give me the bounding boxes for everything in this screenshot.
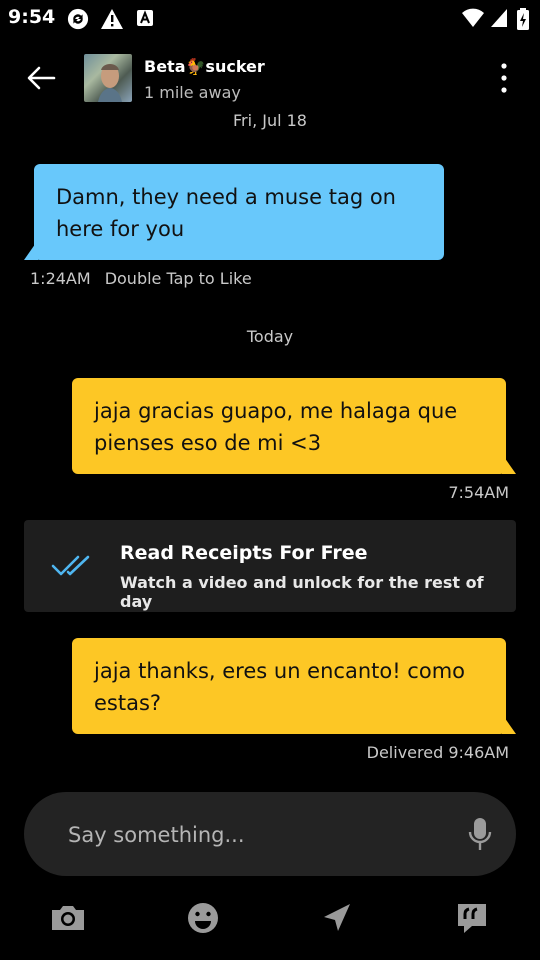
font-app-icon: [137, 10, 153, 26]
composer-bar: [24, 792, 516, 878]
back-arrow-icon[interactable]: [24, 60, 60, 96]
double-tap-hint: Double Tap to Like: [104, 269, 252, 288]
outgoing-message-text: jaja thanks, eres un encanto! como estas…: [94, 659, 466, 715]
date-separator-today: Today: [246, 327, 294, 346]
read-receipts-promo[interactable]: Read Receipts For Free Watch a video and…: [24, 520, 516, 612]
double-check-icon: [51, 555, 90, 576]
outgoing-message-bubble[interactable]: jaja thanks, eres un encanto! como estas…: [72, 638, 506, 734]
incoming-message-bubble[interactable]: Damn, they need a muse tag on here for y…: [34, 164, 444, 260]
battery-charging-icon: [517, 8, 529, 30]
sync-icon: [67, 8, 89, 30]
contact-name[interactable]: Beta🐓sucker: [144, 57, 265, 76]
incoming-message-time: 1:24AM: [30, 269, 91, 288]
incoming-message-meta: 1:24AM Double Tap to Like: [30, 269, 252, 288]
avatar-photo: [98, 64, 122, 102]
wifi-icon: [462, 8, 484, 27]
date-separator-previous-label: Fri, Jul 18: [233, 114, 307, 130]
message-input[interactable]: [66, 792, 450, 878]
saved-phrases-icon[interactable]: [452, 898, 492, 938]
read-receipts-title: Read Receipts For Free: [120, 542, 368, 564]
camera-icon[interactable]: [48, 898, 88, 938]
emoji-icon[interactable]: [183, 898, 223, 938]
outgoing-message-time: 7:54AM: [448, 483, 509, 502]
read-receipts-subtitle: Watch a video and unlock for the rest of…: [120, 573, 484, 611]
more-options-icon[interactable]: [492, 60, 516, 96]
date-separator-previous: Fri, Jul 18: [0, 114, 540, 132]
outgoing-message-text: jaja gracias guapo, me halaga que piense…: [94, 399, 458, 455]
microphone-icon[interactable]: [466, 816, 494, 852]
warning-icon: [101, 9, 123, 29]
location-icon[interactable]: [317, 898, 357, 938]
status-time: 9:54: [8, 6, 56, 28]
outgoing-message-status: Delivered 9:46AM: [366, 743, 509, 762]
contact-distance: 1 mile away: [144, 83, 241, 102]
incoming-message-text: Damn, they need a muse tag on here for y…: [56, 185, 396, 241]
outgoing-message-bubble[interactable]: jaja gracias guapo, me halaga que piense…: [72, 378, 506, 474]
contact-avatar[interactable]: [84, 54, 132, 102]
signal-icon: [491, 9, 507, 27]
